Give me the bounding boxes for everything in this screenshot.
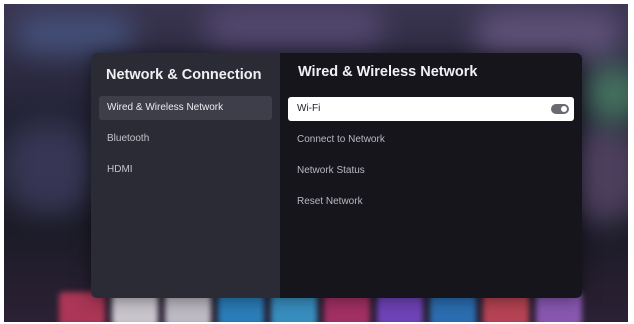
nav-item-bluetooth[interactable]: Bluetooth [99,127,272,151]
settings-dialog: Network & Connection Wired & Wireless Ne… [91,53,582,298]
background-blur [204,4,384,49]
background-blur [584,64,628,124]
background-blur [474,9,624,59]
network-status-option[interactable]: Network Status [288,159,574,183]
wifi-option[interactable]: Wi-Fi [288,97,574,121]
reset-network-option[interactable]: Reset Network [288,190,574,214]
background-blur [14,14,134,54]
connect-to-network-option[interactable]: Connect to Network [288,128,574,152]
wifi-option-label: Wi-Fi [297,103,321,114]
category-panel: Network & Connection Wired & Wireless Ne… [91,53,280,298]
options-panel-title: Wired & Wireless Network [298,64,478,80]
options-panel: Wired & Wireless Network Wi-Fi Connect t… [280,53,582,298]
category-panel-title: Network & Connection [106,67,262,83]
wifi-toggle[interactable] [551,104,569,114]
background-blur [4,124,94,214]
nav-item-hdmi[interactable]: HDMI [99,158,272,182]
nav-item-wired-wireless-network[interactable]: Wired & Wireless Network [99,96,272,120]
toggle-knob [561,106,567,112]
